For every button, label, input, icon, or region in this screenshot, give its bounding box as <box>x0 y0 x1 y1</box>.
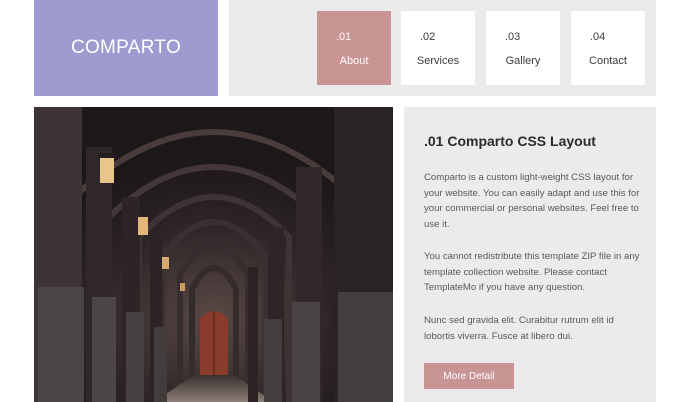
nav-item-number: .04 <box>590 31 606 43</box>
main-nav: .01 About .02 Services .03 Gallery .04 C… <box>229 0 656 96</box>
nav-item-services[interactable]: .02 Services <box>401 11 475 85</box>
nav-item-gallery[interactable]: .03 Gallery <box>486 11 560 85</box>
corridor-illustration <box>34 107 393 402</box>
site-logo[interactable]: COMPARTO <box>71 37 181 59</box>
panel-paragraph: You cannot redistribute this template ZI… <box>424 251 640 293</box>
nav-item-label: Services <box>416 55 460 67</box>
nav-item-number: .02 <box>420 31 436 43</box>
hero-image-arched-corridor <box>34 107 393 402</box>
nav-item-number: .03 <box>505 31 521 43</box>
nav-item-number: .01 <box>336 31 352 43</box>
nav-item-label: Gallery <box>505 55 541 67</box>
nav-item-contact[interactable]: .04 Contact <box>571 11 645 85</box>
more-detail-button[interactable]: More Detail <box>424 363 514 389</box>
about-panel: .01 Comparto CSS Layout Comparto is a cu… <box>404 107 656 402</box>
nav-item-about[interactable]: .01 About <box>317 11 391 85</box>
panel-title: .01 Comparto CSS Layout <box>424 133 596 149</box>
panel-paragraph: Nunc sed gravida elit. Curabitur rutrum … <box>424 315 614 342</box>
logo-block: COMPARTO <box>34 0 218 96</box>
nav-item-label: Contact <box>589 55 627 67</box>
nav-item-label: About <box>339 55 369 67</box>
panel-paragraph: Comparto is a custom light-weight CSS la… <box>424 172 640 230</box>
